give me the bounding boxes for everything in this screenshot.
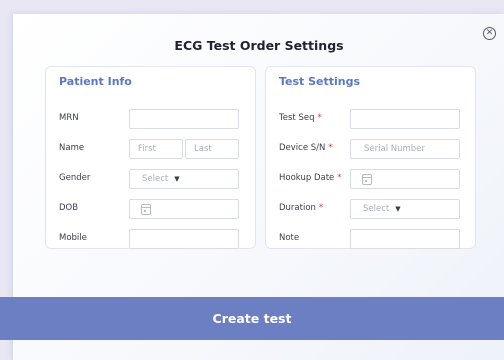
mrn-label: MRN: [59, 113, 79, 123]
device-sn-input[interactable]: Serial Number: [350, 139, 460, 159]
test-seq-input[interactable]: [350, 109, 460, 129]
chevron-down-icon: ▼: [395, 205, 401, 213]
gender-selected-value: Select: [142, 174, 169, 184]
device-sn-label: Device S/N *: [279, 143, 333, 153]
gender-label: Gender: [59, 173, 91, 183]
patient-info-panel: Patient Info MRN Name First Last Gender …: [45, 66, 256, 249]
name-label: Name: [59, 143, 85, 153]
hookup-date-row: Hookup Date *: [266, 169, 475, 189]
mobile-input[interactable]: [129, 229, 239, 249]
required-marker: *: [317, 113, 322, 123]
dob-input[interactable]: [129, 199, 239, 219]
mrn-row: MRN: [46, 109, 255, 129]
duration-row: Duration * Select ▼: [266, 199, 475, 219]
gender-row: Gender Select ▼: [46, 169, 255, 189]
dob-row: DOB: [46, 199, 255, 219]
required-marker: *: [318, 203, 324, 213]
test-settings-heading: Test Settings: [279, 75, 361, 88]
duration-label: Duration *: [279, 203, 324, 213]
test-seq-row: Test Seq *: [266, 109, 475, 129]
note-label: Note: [279, 233, 300, 243]
duration-selected-value: Select: [363, 204, 390, 214]
last-name-input[interactable]: Last: [185, 139, 239, 159]
hookup-date-label: Hookup Date *: [279, 173, 342, 183]
test-settings-panel: Test Settings Test Seq * Device S/N * Seri…: [265, 66, 476, 249]
chevron-down-icon: ▼: [174, 175, 180, 183]
dialog-title: ECG Test Order Settings: [174, 38, 344, 53]
device-sn-row: Device S/N * Serial Number: [266, 139, 475, 159]
required-marker: *: [337, 173, 342, 183]
duration-select[interactable]: Select ▼: [350, 199, 460, 219]
test-seq-label: Test Seq *: [279, 113, 322, 123]
required-marker: *: [328, 143, 333, 153]
note-input[interactable]: [350, 229, 460, 249]
calendar-icon: [362, 174, 372, 185]
calendar-icon: [141, 204, 151, 215]
patient-info-heading: Patient Info: [59, 75, 132, 88]
hookup-date-input[interactable]: [350, 169, 460, 189]
mrn-input[interactable]: [129, 109, 239, 129]
name-row: Name First Last: [46, 139, 255, 159]
dob-label: DOB: [59, 203, 79, 213]
create-test-button[interactable]: Create test: [0, 297, 504, 340]
gender-select[interactable]: Select ▼: [129, 169, 239, 189]
first-name-input[interactable]: First: [129, 139, 183, 159]
mobile-row: Mobile: [46, 229, 255, 249]
note-row: Note: [266, 229, 475, 249]
mobile-label: Mobile: [59, 233, 87, 243]
